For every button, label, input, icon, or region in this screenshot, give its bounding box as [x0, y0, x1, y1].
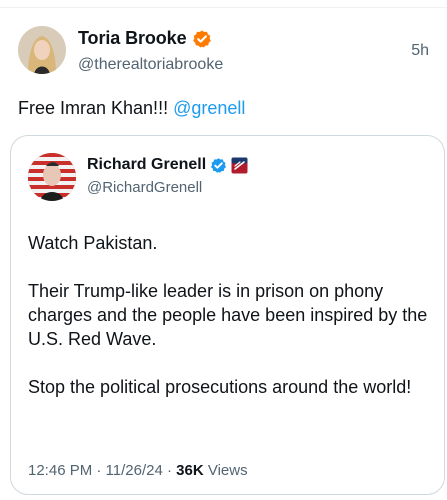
post-meta: 12:46 PM · 11/26/24 · 36K Views: [28, 462, 248, 479]
verified-badge-icon: [210, 157, 227, 174]
avatar-image: [18, 26, 66, 74]
quote-paragraph: Their Trump-like leader is in prison on …: [28, 281, 428, 349]
quote-display-name[interactable]: Richard Grenell: [87, 156, 206, 174]
timestamp[interactable]: 5h: [411, 42, 429, 60]
mention-link[interactable]: @grenell: [173, 98, 245, 118]
post-header: Toria Brooke @therealtoriabrooke 5h: [18, 26, 433, 80]
quote-paragraph: Watch Pakistan.: [28, 233, 158, 253]
quote-handle[interactable]: @RichardGrenell: [87, 179, 202, 196]
quote-paragraph: Stop the political prosecutions around t…: [28, 377, 412, 397]
avatar[interactable]: [18, 26, 66, 74]
quote-name-row: Richard Grenell: [87, 156, 248, 174]
quote-avatar-image: [28, 153, 76, 201]
name-row: Toria Brooke: [78, 28, 212, 49]
top-divider: [0, 7, 447, 8]
quote-body: Watch Pakistan. Their Trump-like leader …: [28, 231, 428, 399]
quote-card[interactable]: Richard Grenell @RichardGrenell Watch Pa…: [10, 135, 445, 495]
affiliate-badge-icon: [231, 157, 248, 174]
handle[interactable]: @therealtoriabrooke: [78, 56, 223, 74]
verified-badge-icon: [192, 29, 212, 49]
display-name[interactable]: Toria Brooke: [78, 28, 187, 49]
post-timestamp[interactable]: 12:46 PM · 11/26/24 ·: [28, 462, 176, 479]
views-label: Views: [203, 462, 248, 479]
post-text: Free Imran Khan!!! @grenell: [18, 96, 245, 120]
views-count[interactable]: 36K: [176, 462, 204, 479]
post-text-content: Free Imran Khan!!!: [18, 98, 174, 118]
quote-avatar[interactable]: [28, 153, 76, 201]
